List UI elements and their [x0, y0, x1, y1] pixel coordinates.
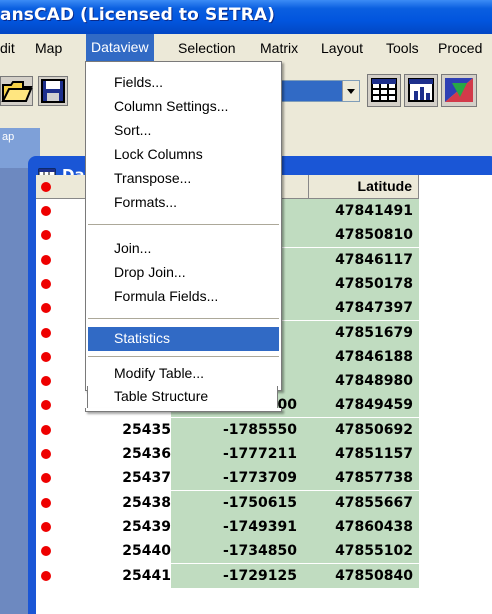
point-marker-icon: [41, 206, 51, 216]
header-latitude[interactable]: Latitude: [309, 175, 419, 199]
point-marker-icon: [41, 351, 51, 362]
folder-icon: [1, 81, 33, 102]
toolbar-overflow[interactable]: [481, 74, 492, 107]
menu-map[interactable]: Map: [35, 40, 62, 56]
point-marker-icon: [41, 182, 51, 192]
cell-latitude[interactable]: 47855667: [309, 490, 419, 515]
dataview-menu: Fields... Column Settings... Sort... Loc…: [85, 61, 282, 391]
cell-latitude[interactable]: 47846188: [309, 344, 419, 369]
cell-latitude[interactable]: 47849459: [309, 393, 419, 418]
table-row[interactable]: 25437 -1773709 47857738: [36, 466, 492, 491]
cell-id[interactable]: 25441: [96, 568, 171, 584]
menu-item-sort[interactable]: Sort...: [88, 120, 279, 142]
menu-selection[interactable]: Selection: [178, 40, 236, 56]
cell-longitude[interactable]: -1773709: [171, 466, 309, 491]
menu-dataview[interactable]: Dataview: [86, 34, 154, 62]
table-row[interactable]: 25436 -1777211 47851157: [36, 442, 492, 466]
menu-item-transpose[interactable]: Transpose...: [88, 168, 279, 190]
point-marker-icon: [41, 570, 51, 581]
cell-latitude[interactable]: 47850178: [309, 271, 419, 296]
floppy-disk-icon: [41, 79, 65, 103]
cell-longitude[interactable]: -1749391: [171, 514, 309, 539]
point-marker-icon: [41, 254, 51, 265]
point-marker-icon: [41, 230, 51, 241]
open-folder-button[interactable]: [0, 76, 33, 106]
table-row[interactable]: 25438 -1750615 47855667: [36, 490, 492, 515]
cell-latitude[interactable]: 47851157: [309, 442, 419, 466]
save-button[interactable]: [38, 76, 68, 106]
menu-separator: [88, 356, 279, 357]
chart-button[interactable]: [404, 74, 438, 107]
menu-item-lock-columns[interactable]: Lock Columns: [88, 144, 279, 166]
menu-layout[interactable]: Layout: [321, 40, 363, 56]
chevron-down-icon[interactable]: [342, 81, 359, 101]
cell-id[interactable]: 25435: [96, 422, 171, 438]
bar-chart-icon: [408, 78, 434, 102]
point-marker-icon: [41, 376, 51, 387]
menu-item-statistics[interactable]: Statistics: [88, 327, 279, 351]
menu-item-modify-table[interactable]: Modify Table...: [88, 363, 279, 385]
menu-item-column-settings[interactable]: Column Settings...: [88, 96, 279, 118]
menu-item-drop-join[interactable]: Drop Join...: [88, 262, 279, 284]
point-marker-icon: [41, 400, 51, 411]
table-row[interactable]: 25441 -1729125 47850840: [36, 563, 492, 588]
point-marker-icon: [41, 497, 51, 508]
new-dataview-button[interactable]: [367, 74, 401, 107]
cell-latitude[interactable]: 47851679: [309, 320, 419, 345]
point-marker-icon: [41, 303, 51, 314]
app-title: ansCAD (Licensed to SETRA): [0, 5, 276, 25]
cell-id[interactable]: 25437: [96, 470, 171, 486]
cell-longitude[interactable]: -1734850: [171, 539, 309, 564]
cell-id[interactable]: 25440: [96, 543, 171, 559]
menu-item-table-structure[interactable]: Table Structure: [87, 386, 278, 408]
layout-button[interactable]: [441, 74, 477, 107]
layer-selector[interactable]: [280, 80, 360, 102]
point-marker-icon: [41, 546, 51, 557]
menu-item-join[interactable]: Join...: [88, 238, 279, 260]
menu-tools[interactable]: Tools: [386, 40, 419, 56]
cell-latitude[interactable]: 47860438: [309, 514, 419, 539]
cell-longitude[interactable]: -1777211: [171, 442, 309, 466]
cell-latitude[interactable]: 47850810: [309, 223, 419, 248]
point-marker-icon: [41, 327, 51, 338]
menu-item-formats[interactable]: Formats...: [88, 192, 279, 214]
cell-latitude[interactable]: 47841491: [309, 199, 419, 223]
table-row[interactable]: 25439 -1749391 47860438: [36, 514, 492, 539]
layout-icon: [445, 78, 473, 102]
menu-bar: dit Map Dataview Selection Matrix Layout…: [0, 34, 492, 62]
cell-latitude[interactable]: 47855102: [309, 539, 419, 564]
menu-edit[interactable]: dit: [0, 40, 15, 56]
cell-longitude[interactable]: -1729125: [171, 563, 309, 588]
table-row[interactable]: 25435 -1785550 47850692: [36, 417, 492, 442]
table-icon: [371, 78, 397, 102]
cell-id[interactable]: 25436: [96, 446, 171, 462]
point-marker-icon: [41, 278, 51, 289]
cell-latitude[interactable]: 47848980: [309, 369, 419, 394]
table-row[interactable]: 25440 -1734850 47855102: [36, 539, 492, 564]
cell-id[interactable]: 25438: [96, 495, 171, 511]
menu-matrix[interactable]: Matrix: [260, 40, 298, 56]
menu-procedures[interactable]: Proced: [438, 40, 482, 56]
cell-longitude[interactable]: -1750615: [171, 490, 309, 515]
point-marker-icon: [41, 473, 51, 484]
cell-longitude[interactable]: -1785550: [171, 417, 309, 442]
cell-latitude[interactable]: 47850692: [309, 417, 419, 442]
title-bar: ansCAD (Licensed to SETRA): [0, 0, 492, 34]
point-marker-icon: [41, 424, 51, 435]
map-window-label: ap: [2, 131, 15, 143]
point-marker-icon: [41, 449, 51, 459]
app-window: ansCAD (Licensed to SETRA) dit Map Datav…: [0, 0, 492, 614]
menu-separator: [88, 318, 279, 319]
cell-latitude[interactable]: 47850840: [309, 563, 419, 588]
menu-item-fields[interactable]: Fields...: [88, 72, 279, 94]
menu-separator: [88, 224, 279, 225]
cell-latitude[interactable]: 47846117: [309, 247, 419, 272]
point-marker-icon: [41, 521, 51, 532]
dataview-menu-bottom: [85, 408, 282, 412]
menu-item-formula-fields[interactable]: Formula Fields...: [88, 286, 279, 308]
cell-id[interactable]: 25439: [96, 519, 171, 535]
cell-latitude[interactable]: 47847397: [309, 296, 419, 321]
cell-latitude[interactable]: 47857738: [309, 466, 419, 491]
